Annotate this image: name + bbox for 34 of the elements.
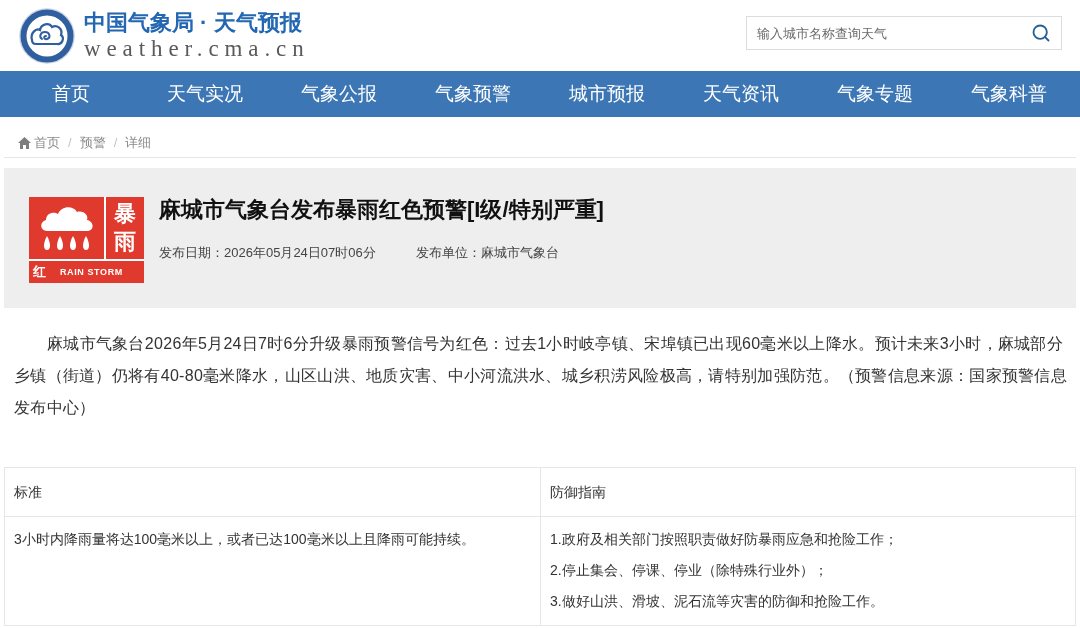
weather-emblem-logo: [18, 6, 76, 65]
badge-character: 雨: [114, 229, 136, 255]
site-domain: weather.cma.cn: [84, 37, 310, 61]
warning-title: 麻城市气象台发布暴雨红色预警[I级/特别严重]: [159, 197, 604, 223]
nav-link[interactable]: 气象公报: [301, 82, 377, 106]
breadcrumb-link[interactable]: 首页: [18, 134, 60, 152]
badge-level: 红: [33, 264, 46, 280]
nav-link[interactable]: 气象科普: [971, 82, 1047, 106]
breadcrumb-link[interactable]: 预警: [79, 134, 106, 152]
home-icon: [18, 137, 31, 149]
guidance-item: 2.停止集会、停课、停业（除特殊行业外）；: [550, 561, 829, 580]
breadcrumb-label: 首页: [34, 134, 60, 152]
table-header-cell: 防御指南: [540, 467, 1076, 517]
nav-link[interactable]: 天气资讯: [703, 82, 779, 106]
badge-english-label: RAIN STORM: [60, 266, 123, 278]
breadcrumb-separator: /: [67, 134, 73, 152]
nav-link[interactable]: 天气实况: [167, 82, 243, 106]
table-header-cell: 标准: [4, 467, 541, 517]
publisher: 发布单位：麻城市气象台: [415, 244, 559, 262]
breadcrumb-current: 详细: [125, 134, 152, 152]
nav-link[interactable]: 气象预警: [435, 82, 511, 106]
nav-link[interactable]: 城市预报: [569, 82, 645, 106]
search-icon[interactable]: [1031, 23, 1051, 43]
site-title: 中国气象局 · 天气预报: [84, 10, 303, 36]
nav-link[interactable]: 首页: [52, 82, 90, 106]
guidance-item: 1.政府及相关部门按照职责做好防暴雨应急和抢险工作；: [550, 530, 899, 549]
nav-link[interactable]: 气象专题: [837, 82, 913, 106]
publish-date: 发布日期：2026年05月24日07时06分: [159, 244, 376, 262]
breadcrumb-separator: /: [112, 134, 119, 152]
criteria-cell: 3小时内降雨量将达100毫米以上，或者已达100毫米以上且降雨可能持续。: [4, 516, 541, 626]
city-search-field[interactable]: 输入城市名称查询天气: [746, 16, 1062, 50]
guidance-item: 3.做好山洪、滑坡、泥石流等灾害的防御和抢险工作。: [550, 592, 885, 611]
badge-character: 暴: [114, 201, 136, 227]
warning-body-text: 麻城市气象台2026年5月24日7时6分升级暴雨预警信号为红色：过去1小时岐亭镇、宋埠镇已出现60毫米以上降水。预计未来3小时，麻城部分乡镇（街道）仍将有40-80毫米降水，山区山洪、地质灾害、中小河流洪水、城乡积涝风险极高，请特别加强防范。（预警信息来源：国家预警信息发布中心）: [13, 334, 1069, 418]
